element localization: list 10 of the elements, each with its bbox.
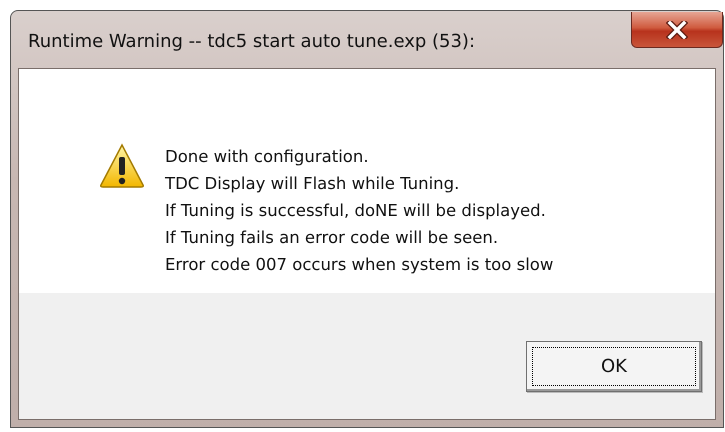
message-text: If Tuning is successful, doNE will be displayed. xyxy=(165,200,547,222)
warning-icon xyxy=(99,143,145,189)
close-button[interactable] xyxy=(631,12,723,48)
message-text: Done with configuration. xyxy=(165,146,370,168)
window-title: Runtime Warning -- tdc5 start auto tune.exp (53): xyxy=(28,31,476,52)
message-text: If Tuning fails an error code will be seen. xyxy=(165,227,500,249)
close-icon xyxy=(666,20,688,38)
ok-button[interactable]: OK xyxy=(526,341,702,392)
message-text: Error code 007 occurs when system is too slow xyxy=(165,254,554,276)
message-text: TDC Display will Flash while Tuning. xyxy=(165,173,460,195)
